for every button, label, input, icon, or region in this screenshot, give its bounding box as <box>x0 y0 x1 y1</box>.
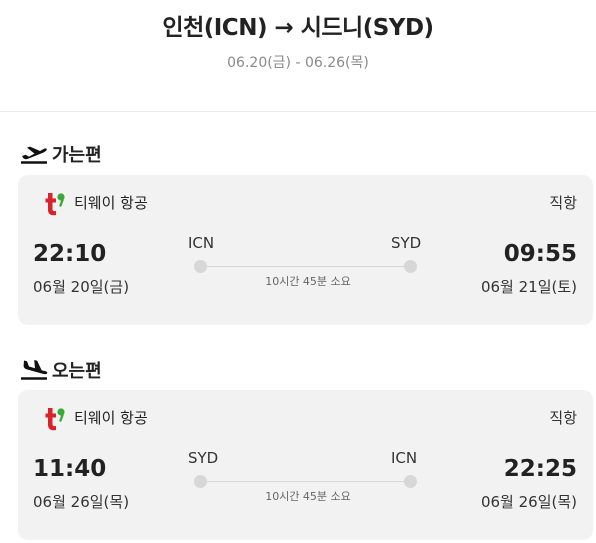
departure-date: 06월 20일(금) <box>33 278 130 296</box>
departure-time: 11:40 <box>33 456 107 482</box>
flight-duration: 10시간 45분 소요 <box>265 490 351 503</box>
tway-logo <box>45 408 65 431</box>
arrival-dot <box>404 475 417 488</box>
arrival-dot <box>404 260 417 273</box>
airline-name: 티웨이 항공 <box>74 409 148 427</box>
route-line <box>206 481 410 482</box>
departure-date: 06월 26일(목) <box>33 493 130 511</box>
tway-logo <box>45 193 65 216</box>
inbound-section-header: 오는편 <box>20 358 102 382</box>
inbound-label: 오는편 <box>52 361 102 382</box>
arrival-date: 06월 21일(토) <box>480 278 577 296</box>
departure-time: 22:10 <box>33 241 107 267</box>
direct-flight-label: 직항 <box>549 409 577 427</box>
date-range: 06.20(금) - 06.26(목) <box>227 55 369 71</box>
outbound-section-header: 가는편 <box>20 142 102 166</box>
departure-dot <box>194 260 207 273</box>
flight-duration: 10시간 45분 소요 <box>265 275 351 288</box>
arrival-time: 22:25 <box>503 456 577 482</box>
departure-airport-code: SYD <box>188 449 219 467</box>
plane-takeoff-icon <box>21 146 47 164</box>
departure-airport-code: ICN <box>188 234 215 252</box>
arrival-airport-code: ICN <box>391 449 418 467</box>
arrival-airport-code: SYD <box>391 234 422 252</box>
direct-flight-label: 직항 <box>549 194 577 212</box>
route-title: 인천(ICN) → 시드니(SYD) <box>162 15 434 41</box>
route-line <box>206 266 410 267</box>
departure-dot <box>194 475 207 488</box>
arrival-date: 06월 26일(목) <box>480 493 577 511</box>
arrival-time: 09:55 <box>503 241 577 267</box>
plane-landing-icon <box>21 360 48 380</box>
inbound-flight-card[interactable]: 티웨이 항공 직항 11:40 06월 26일(목) SYD ICN 10시간 … <box>18 390 593 540</box>
airline-name: 티웨이 항공 <box>74 194 148 212</box>
outbound-label: 가는편 <box>52 145 102 166</box>
trip-header: 인천(ICN) → 시드니(SYD) 06.20(금) - 06.26(목) <box>0 0 596 112</box>
outbound-flight-card[interactable]: 티웨이 항공 직항 22:10 06월 20일(금) ICN SYD 10시간 … <box>18 175 593 325</box>
